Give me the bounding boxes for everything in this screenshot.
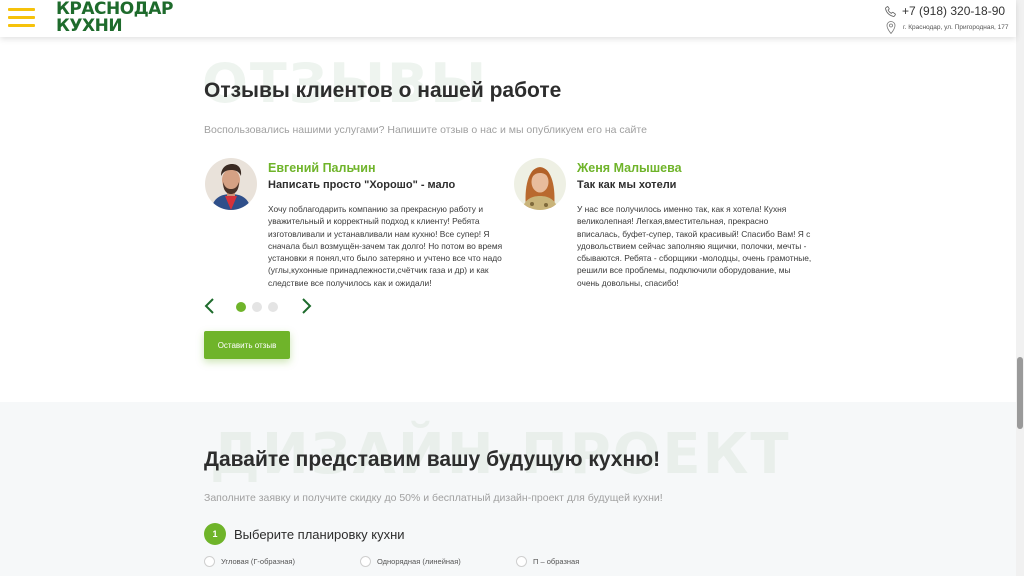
- reviewer-name: Женя Малышева: [577, 161, 682, 175]
- scrollbar-thumb[interactable]: [1017, 357, 1023, 429]
- slider-dot[interactable]: [252, 302, 262, 312]
- layout-option-corner[interactable]: Угловая (Г-образная): [204, 556, 295, 567]
- phone-number[interactable]: +7 (918) 320-18-90: [902, 4, 1005, 18]
- site-logo[interactable]: КРАСНОДАР КУХНИ: [56, 1, 173, 35]
- design-title: Давайте представим вашу будущую кухню!: [204, 448, 661, 471]
- reviewer-avatar: [514, 158, 566, 210]
- reviews-subtitle: Воспользовались нашими услугами? Напишит…: [204, 124, 647, 136]
- design-subtitle: Заполните заявку и получите скидку до 50…: [204, 492, 663, 504]
- phone-icon: [885, 5, 896, 17]
- step-label: Выберите планировку кухни: [234, 527, 405, 542]
- location-pin-icon: [886, 20, 896, 34]
- leave-review-button[interactable]: Оставить отзыв: [204, 331, 290, 359]
- address-text: г. Краснодар, ул. Пригородная, 177: [903, 23, 1009, 31]
- step-number-badge: 1: [204, 523, 226, 545]
- reviewer-name: Евгений Пальчин: [268, 161, 376, 175]
- option-label: Угловая (Г-образная): [221, 557, 295, 566]
- chevron-right-icon[interactable]: [300, 298, 312, 314]
- review-text: У нас все получилось именно так, как я х…: [577, 204, 812, 288]
- review-title: Написать просто "Хорошо" - мало: [268, 179, 456, 191]
- header-address: г. Краснодар, ул. Пригородная, 177: [884, 20, 1009, 34]
- review-title: Так как мы хотели: [577, 179, 677, 191]
- radio-icon[interactable]: [516, 556, 527, 567]
- logo-line2: КУХНИ: [56, 16, 123, 36]
- layout-option-u-shaped[interactable]: П – образная: [516, 556, 579, 567]
- layout-option-linear[interactable]: Однорядная (линейная): [360, 556, 461, 567]
- reviewer-avatar: [205, 158, 257, 210]
- option-label: П – образная: [533, 557, 580, 566]
- slider-dot[interactable]: [236, 302, 246, 312]
- hamburger-menu-icon[interactable]: [8, 6, 35, 30]
- header-phone[interactable]: +7 (918) 320-18-90: [884, 3, 1005, 19]
- page-scrollbar[interactable]: [1016, 0, 1024, 576]
- slider-dot[interactable]: [268, 302, 278, 312]
- option-label: Однорядная (линейная): [377, 557, 461, 566]
- radio-icon[interactable]: [360, 556, 371, 567]
- reviews-title: Отзывы клиентов о нашей работе: [204, 79, 562, 102]
- site-header: КРАСНОДАР КУХНИ +7 (918) 320-18-90 г. Кр…: [0, 0, 1016, 37]
- radio-icon[interactable]: [204, 556, 215, 567]
- chevron-left-icon[interactable]: [204, 298, 216, 314]
- review-text: Хочу поблагодарить компанию за прекрасну…: [268, 204, 503, 288]
